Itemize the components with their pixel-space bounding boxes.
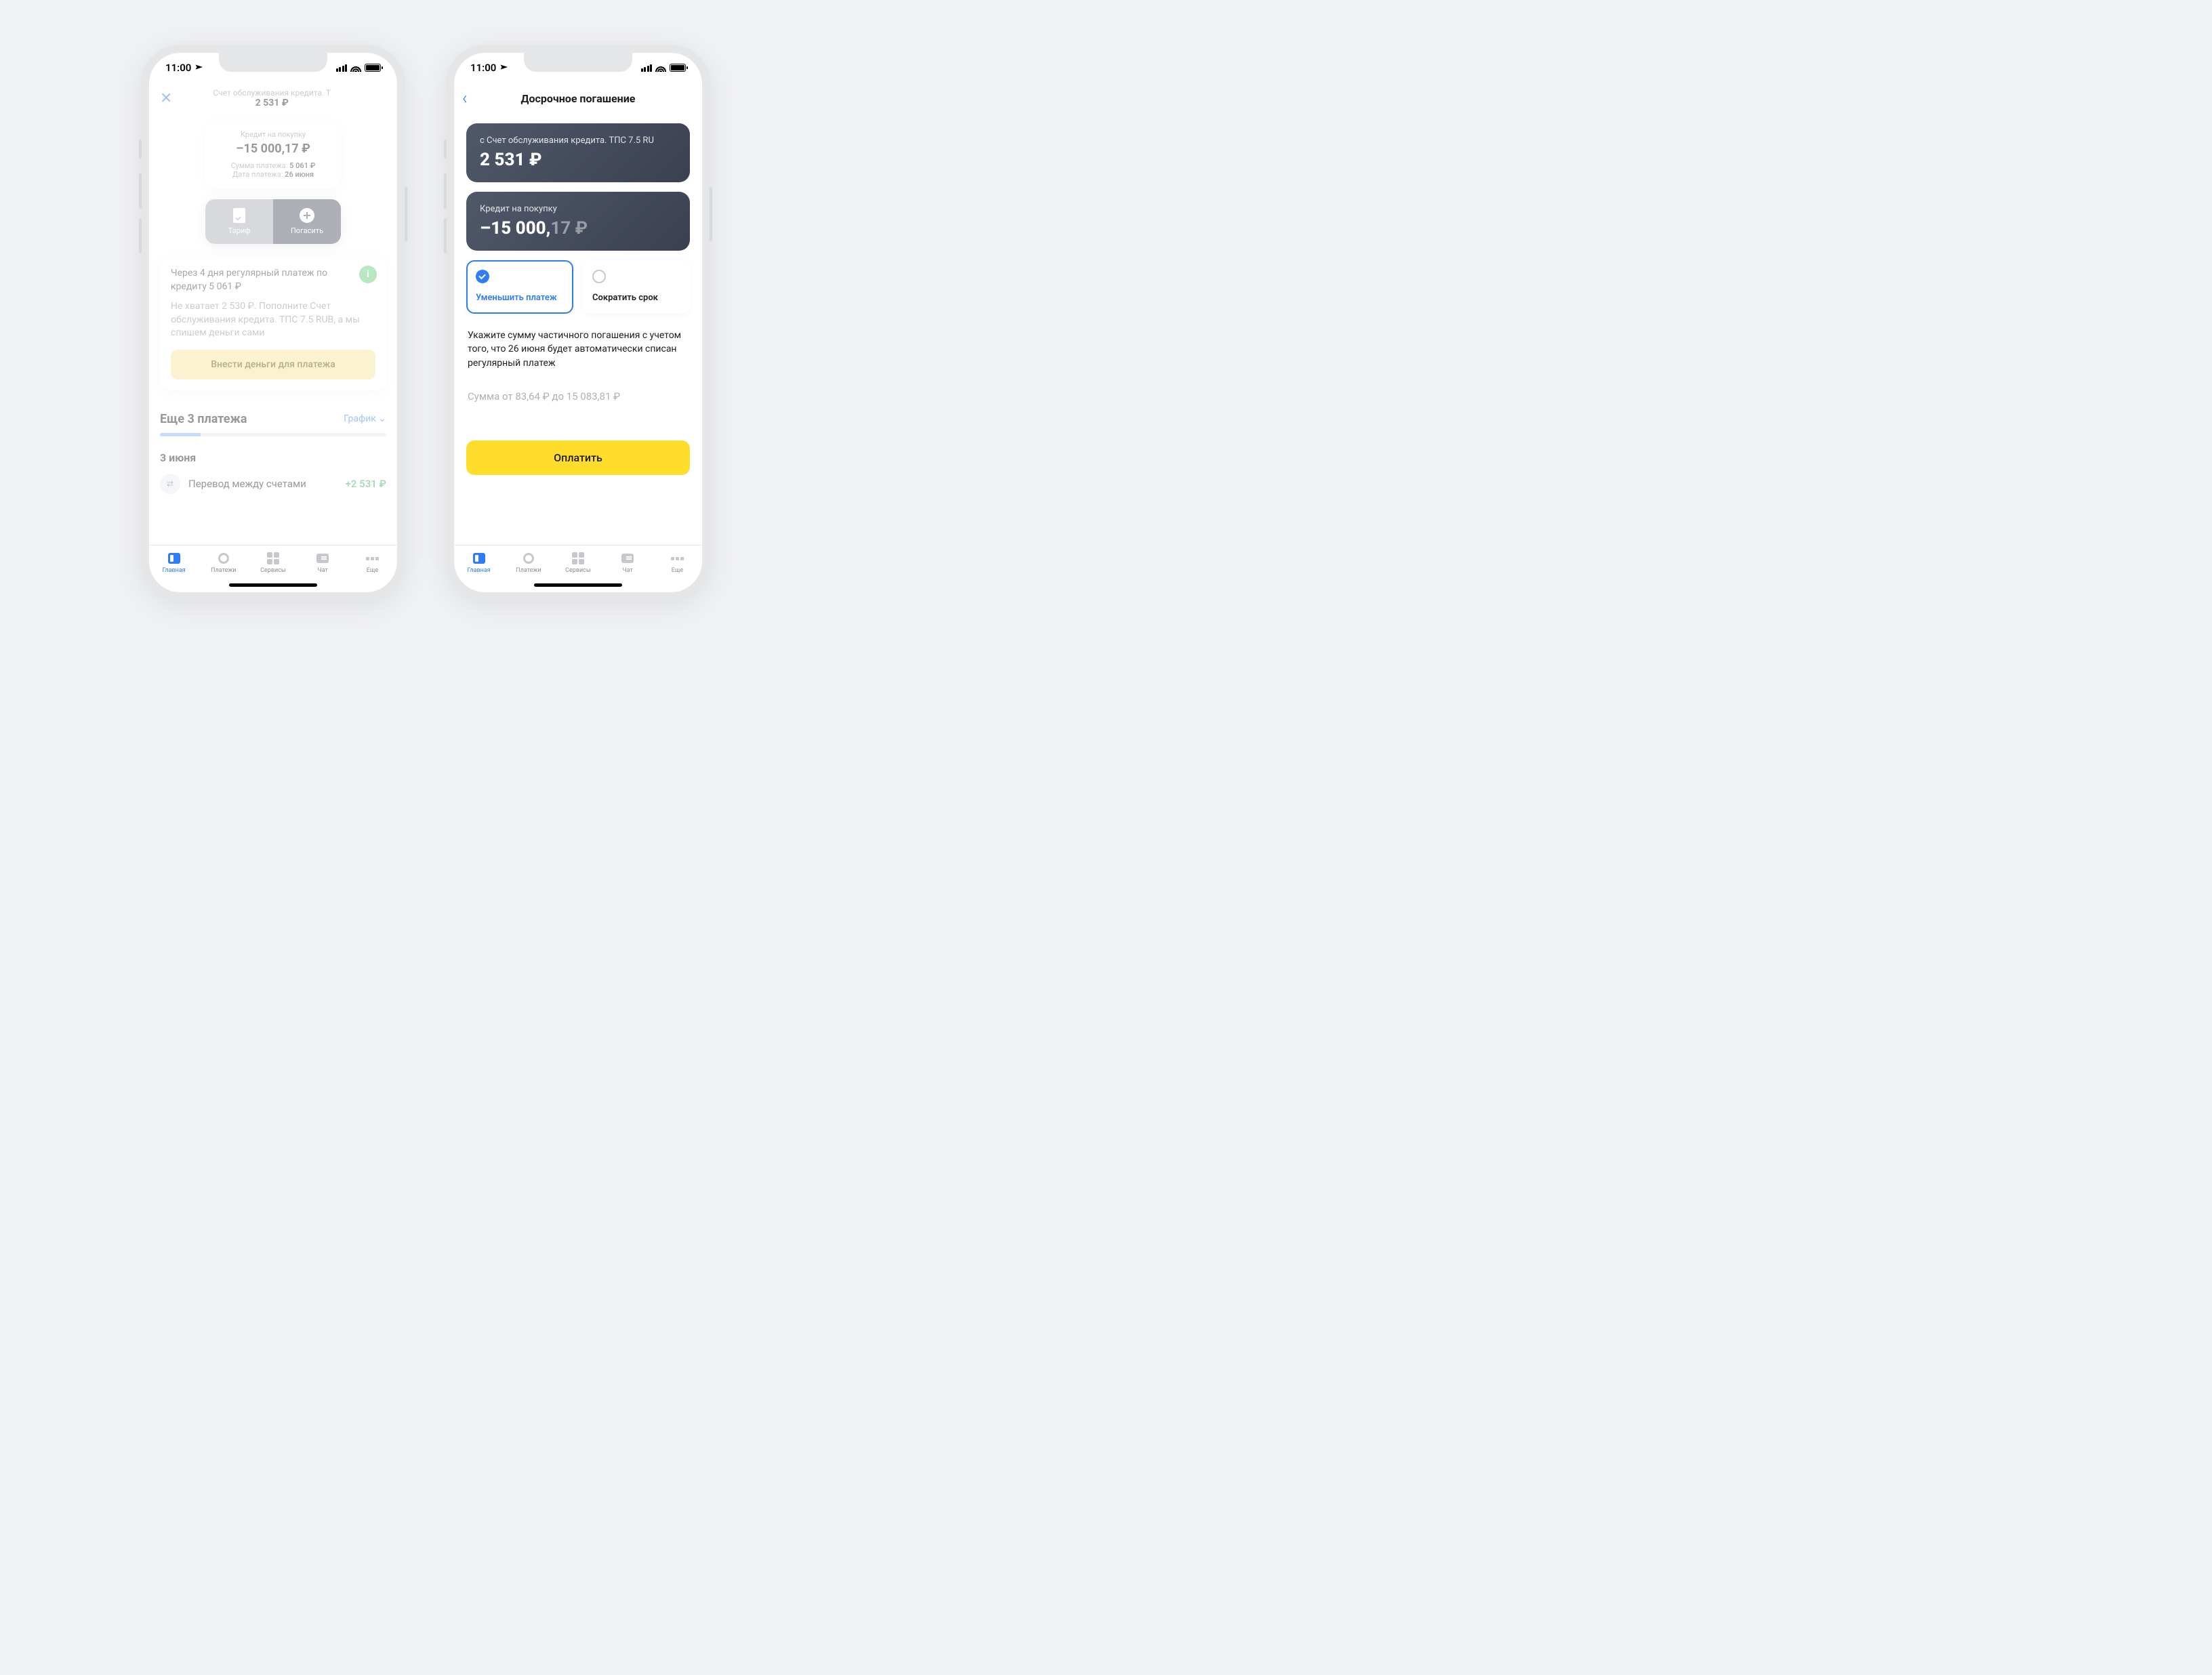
home-icon <box>473 553 485 564</box>
side-button <box>139 218 142 253</box>
transfer-icon: ⇄ <box>160 474 180 494</box>
source-account-label: с Счет обслуживания кредита. ТПС 7.5 RU <box>480 136 676 146</box>
services-icon <box>572 552 584 564</box>
notch <box>524 53 632 72</box>
battery-icon <box>365 64 381 72</box>
chat-icon <box>316 554 329 563</box>
source-account-amount: 2 531 ₽ <box>480 150 676 170</box>
location-icon <box>192 62 204 73</box>
notice-line-2: Не хватает 2 530 ₽. Пополните Счет обслу… <box>171 300 375 340</box>
info-icon[interactable]: i <box>359 266 377 283</box>
option-reduce-payment[interactable]: Уменьшить платеж <box>466 260 573 314</box>
tab-chat[interactable]: Чат <box>298 545 348 580</box>
tab-payments[interactable]: Платежи <box>199 545 248 580</box>
payments-icon <box>523 553 534 564</box>
credit-account-amount: –15 000,17 ₽ <box>480 218 676 239</box>
transaction-row[interactable]: ⇄ Перевод между счетами +2 531 ₽ <box>160 474 386 494</box>
more-icon <box>366 557 379 560</box>
option-label: Сократить срок <box>592 293 680 303</box>
wifi-icon <box>350 64 361 72</box>
screen-header: ✕ Счет обслуживания кредита. Т 2 531 ₽ <box>149 83 397 114</box>
repay-button[interactable]: Погасить <box>273 199 341 244</box>
payments-icon <box>218 553 229 564</box>
more-icon <box>671 557 684 560</box>
payment-notice-card: i Через 4 дня регулярный платеж по креди… <box>160 256 386 390</box>
side-button <box>444 140 447 159</box>
tab-more[interactable]: Еще <box>653 545 702 580</box>
radio-checked-icon <box>476 270 489 283</box>
home-indicator[interactable] <box>534 583 622 587</box>
home-icon <box>168 553 180 564</box>
close-icon[interactable]: ✕ <box>160 90 172 107</box>
header-amount: 2 531 ₽ <box>180 98 363 108</box>
notch <box>219 53 327 72</box>
credit-account-label: Кредит на покупку <box>480 204 676 214</box>
option-reduce-term[interactable]: Сократить срок <box>583 260 690 314</box>
tariff-button[interactable]: Тариф <box>205 199 273 244</box>
schedule-link[interactable]: График ⌄ <box>344 413 386 424</box>
radio-unchecked-icon <box>592 270 606 283</box>
tab-home[interactable]: Главная <box>149 545 199 580</box>
tab-services[interactable]: Сервисы <box>553 545 602 580</box>
side-button <box>444 173 447 209</box>
amount-hint: Укажите сумму частичного погашения с уче… <box>468 329 689 370</box>
side-button <box>444 218 447 253</box>
phone-mock-left: 11:00 ✕ Счет обслуживания кредита. Т 2 5… <box>141 45 405 600</box>
option-label: Уменьшить платеж <box>476 293 564 303</box>
tab-services[interactable]: Сервисы <box>248 545 298 580</box>
screen-header: ‹ Досрочное погашение <box>454 83 702 114</box>
tab-home[interactable]: Главная <box>454 545 504 580</box>
repay-label: Погасить <box>291 226 323 235</box>
credit-balance: –15 000,17 ₽ <box>213 142 333 156</box>
source-account-card[interactable]: с Счет обслуживания кредита. ТПС 7.5 RU … <box>466 123 690 182</box>
credit-summary-card[interactable]: Кредит на покупку –15 000,17 ₽ Сумма пла… <box>205 121 341 188</box>
document-icon <box>233 208 245 223</box>
status-time: 11:00 <box>470 62 496 74</box>
amount-input[interactable]: Сумма от 83,64 ₽ до 15 083,81 ₽ <box>468 390 689 402</box>
pay-button[interactable]: Оплатить <box>466 440 690 475</box>
side-button <box>139 140 142 159</box>
side-button <box>139 173 142 209</box>
transaction-amount: +2 531 ₽ <box>346 478 386 490</box>
phone-mock-right: 11:00 ‹ Досрочное погашение с Счет обслу… <box>446 45 710 600</box>
tab-payments[interactable]: Платежи <box>504 545 553 580</box>
repayment-options: Уменьшить платеж Сократить срок <box>466 260 690 314</box>
deposit-button[interactable]: Внести деньги для платежа <box>171 350 375 379</box>
date-heading: 3 июня <box>160 451 386 464</box>
wifi-icon <box>655 64 666 72</box>
home-indicator[interactable] <box>229 583 317 587</box>
transaction-name: Перевод между счетами <box>188 478 337 490</box>
credit-account-card[interactable]: Кредит на покупку –15 000,17 ₽ <box>466 192 690 251</box>
chevron-down-icon: ⌄ <box>378 413 386 424</box>
segmented-control: Тариф Погасить <box>205 199 341 244</box>
plus-circle-icon <box>300 208 314 223</box>
side-button <box>405 187 407 241</box>
signal-icon <box>336 64 348 72</box>
side-button <box>710 187 712 241</box>
page-title: Досрочное погашение <box>481 92 694 105</box>
back-icon[interactable]: ‹ <box>462 88 481 108</box>
chat-icon <box>621 554 634 563</box>
tab-chat[interactable]: Чат <box>603 545 653 580</box>
status-time: 11:00 <box>165 62 191 74</box>
credit-label: Кредит на покупку <box>213 130 333 139</box>
notice-line-1: Через 4 дня регулярный платеж по кредиту… <box>171 267 375 293</box>
location-icon <box>497 62 509 73</box>
tab-more[interactable]: Еще <box>348 545 397 580</box>
battery-icon <box>670 64 686 72</box>
header-subtitle: Счет обслуживания кредита. Т <box>180 88 363 98</box>
signal-icon <box>641 64 653 72</box>
progress-bar <box>160 433 386 436</box>
remaining-payments-title: Еще 3 платежа <box>160 412 247 426</box>
tariff-label: Тариф <box>228 226 250 235</box>
services-icon <box>267 552 279 564</box>
